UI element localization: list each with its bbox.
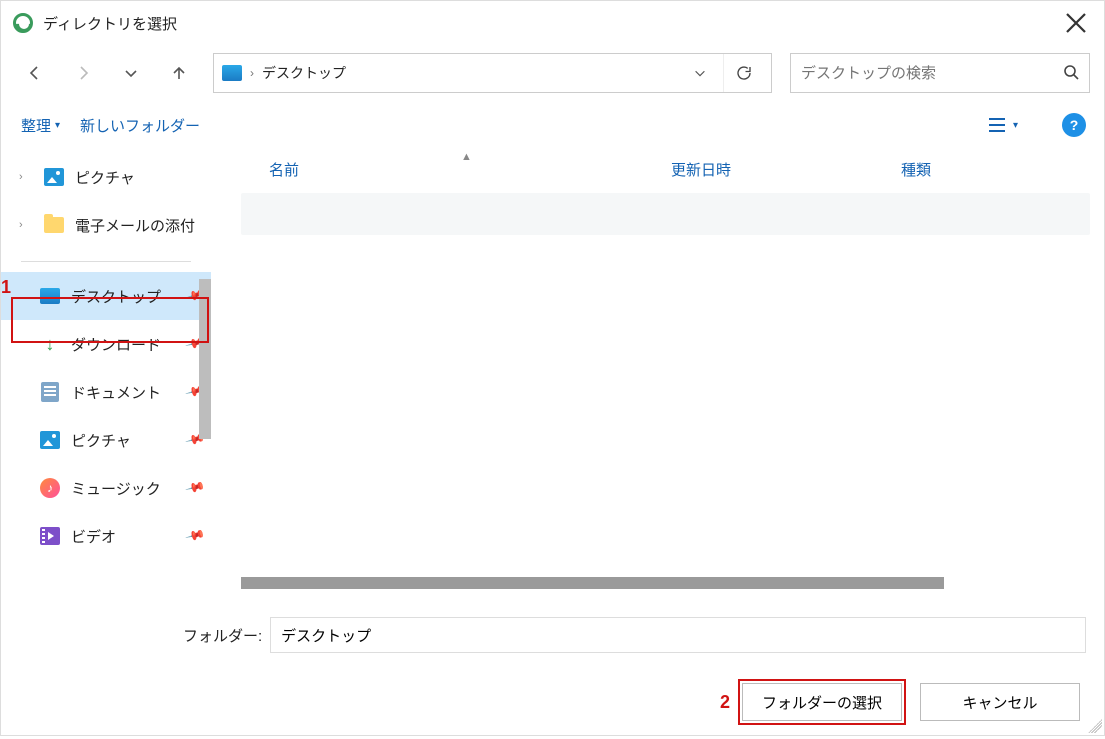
column-date-label: 更新日時 (671, 162, 731, 179)
tree-label: ミュージック (71, 478, 161, 499)
pin-icon: 📌 (184, 525, 206, 547)
pin-icon: 📌 (184, 477, 206, 499)
main-area: 1 › ピクチャ › 電子メールの添付 デスクトップ 📌 ↓ ダウンロード 📌 … (1, 149, 1104, 589)
tree-label: ドキュメント (71, 382, 161, 403)
caret-down-icon: ▾ (55, 120, 60, 131)
chevron-right-icon[interactable]: › (19, 219, 33, 231)
music-icon: ♪ (40, 478, 60, 498)
nav-row: › デスクトップ (1, 45, 1104, 101)
address-bar[interactable]: › デスクトップ (213, 53, 772, 93)
address-dropdown-icon[interactable] (683, 54, 717, 92)
bottom-panel: フォルダー: 2 フォルダーの選択 キャンセル (1, 589, 1104, 739)
caret-down-icon: ▾ (1013, 120, 1018, 131)
tree-item-desktop[interactable]: デスクトップ 📌 (1, 272, 211, 320)
refresh-button[interactable] (723, 54, 763, 92)
cancel-button[interactable]: キャンセル (920, 683, 1080, 721)
annotation-1: 1 (1, 277, 11, 298)
column-date[interactable]: 更新日時 (671, 159, 901, 180)
breadcrumb-location[interactable]: デスクトップ (262, 63, 346, 83)
pictures-icon (44, 168, 64, 186)
divider (21, 261, 191, 262)
back-button[interactable] (15, 53, 55, 93)
desktop-icon (40, 288, 60, 304)
sidebar-scrollbar[interactable] (199, 279, 211, 439)
cancel-label: キャンセル (962, 692, 1037, 713)
pictures-icon (40, 431, 60, 449)
tree-label: ピクチャ (71, 430, 131, 451)
annotation-2: 2 (720, 692, 730, 713)
nav-tree: › ピクチャ › 電子メールの添付 デスクトップ 📌 ↓ ダウンロード 📌 ドキ… (1, 149, 211, 589)
search-icon[interactable] (1049, 64, 1079, 83)
resize-grip-icon[interactable] (1088, 719, 1102, 733)
breadcrumb-sep-icon: › (250, 66, 254, 80)
up-button[interactable] (159, 53, 199, 93)
tree-item-attachments[interactable]: › 電子メールの添付 (1, 201, 211, 249)
tree-item-pictures[interactable]: › ピクチャ (1, 153, 211, 201)
video-icon (40, 527, 60, 545)
recent-locations-button[interactable] (111, 53, 151, 93)
horizontal-scrollbar[interactable] (241, 577, 944, 589)
select-folder-label: フォルダーの選択 (762, 692, 882, 713)
new-folder-button[interactable]: 新しいフォルダー (80, 115, 200, 136)
tree-item-videos[interactable]: ビデオ 📌 (1, 512, 211, 560)
organize-label: 整理 (21, 115, 51, 136)
forward-button[interactable] (63, 53, 103, 93)
app-icon (13, 13, 33, 33)
dialog-title: ディレクトリを選択 (43, 13, 177, 34)
help-button[interactable]: ? (1062, 113, 1086, 137)
tree-item-music[interactable]: ♪ ミュージック 📌 (1, 464, 211, 512)
folder-name-row: フォルダー: (19, 617, 1086, 653)
list-view-icon (987, 117, 1007, 133)
file-list: 名前 ▲ 更新日時 種類 (211, 149, 1104, 589)
search-box[interactable] (790, 53, 1090, 93)
folder-name-input[interactable] (270, 617, 1086, 653)
folder-label: フォルダー: (183, 625, 262, 646)
column-type-label: 種類 (901, 162, 931, 179)
tree-item-documents[interactable]: ドキュメント 📌 (1, 368, 211, 416)
view-options-button[interactable]: ▾ (983, 113, 1022, 137)
column-headers: 名前 ▲ 更新日時 種類 (241, 149, 1090, 189)
search-input[interactable] (801, 65, 1049, 82)
chevron-right-icon[interactable]: › (19, 171, 33, 183)
command-bar: 整理 ▾ 新しいフォルダー ▾ ? (1, 101, 1104, 149)
titlebar: ディレクトリを選択 (1, 1, 1104, 45)
button-row: 2 フォルダーの選択 キャンセル (19, 683, 1086, 721)
close-icon[interactable] (1064, 11, 1088, 35)
list-row-placeholder (241, 193, 1090, 235)
document-icon (41, 382, 59, 402)
tree-label: 電子メールの添付 (75, 215, 195, 236)
column-name-label: 名前 (269, 162, 299, 179)
sort-indicator-icon: ▲ (461, 151, 472, 163)
desktop-icon (222, 65, 242, 81)
select-folder-button[interactable]: フォルダーの選択 (742, 683, 902, 721)
tree-item-downloads[interactable]: ↓ ダウンロード 📌 (1, 320, 211, 368)
column-type[interactable]: 種類 (901, 159, 1090, 180)
new-folder-label: 新しいフォルダー (80, 115, 200, 136)
tree-item-pictures-quick[interactable]: ピクチャ 📌 (1, 416, 211, 464)
download-icon: ↓ (46, 335, 55, 353)
column-name[interactable]: 名前 (241, 159, 671, 180)
organize-menu[interactable]: 整理 ▾ (21, 115, 60, 136)
tree-label: ビデオ (71, 526, 116, 547)
tree-label: ピクチャ (75, 167, 135, 188)
folder-icon (44, 217, 64, 233)
tree-label: デスクトップ (71, 286, 161, 307)
tree-label: ダウンロード (71, 334, 161, 355)
